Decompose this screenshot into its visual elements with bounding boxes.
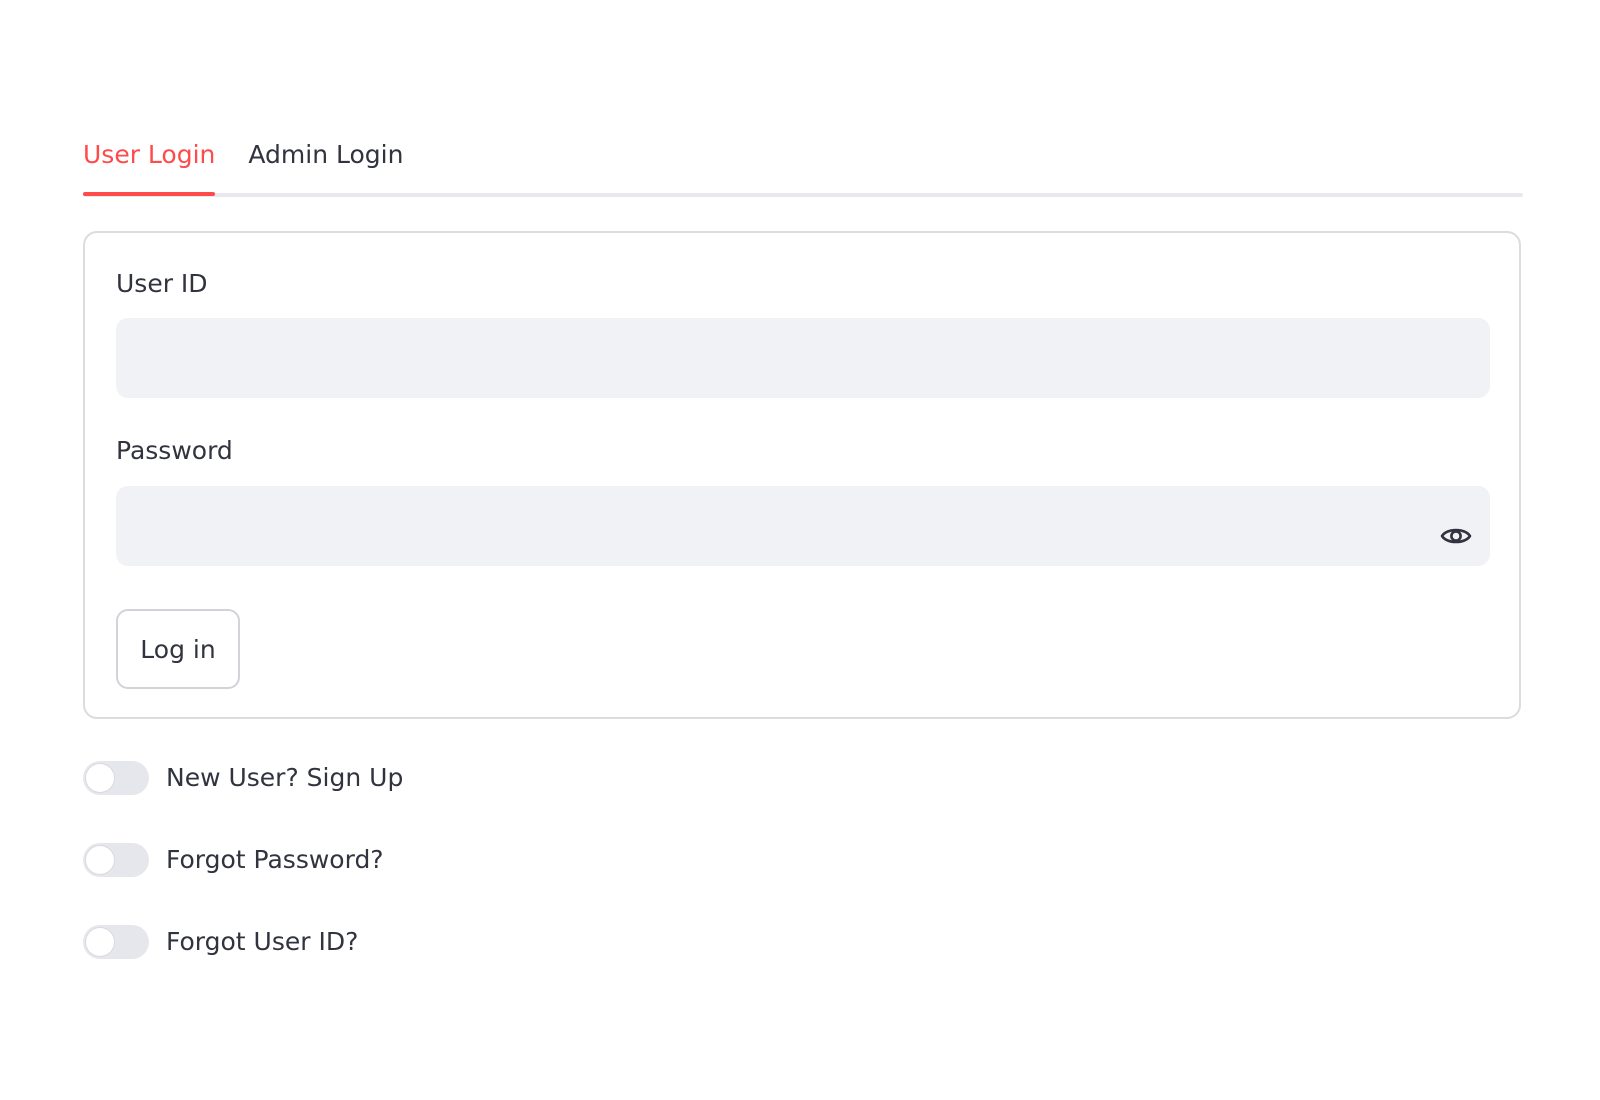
- forgot-password-switch[interactable]: [83, 843, 149, 877]
- switch-knob: [86, 764, 114, 792]
- password-label: Password: [116, 436, 233, 465]
- switch-knob: [86, 846, 114, 874]
- password-visibility-toggle[interactable]: [1439, 521, 1473, 551]
- user-id-input[interactable]: [116, 318, 1490, 398]
- login-button[interactable]: Log in: [116, 609, 240, 689]
- forgot-user-id-switch[interactable]: [83, 925, 149, 959]
- eye-icon: [1440, 528, 1472, 544]
- forgot-user-id-label: Forgot User ID?: [166, 927, 359, 956]
- new-user-label: New User? Sign Up: [166, 763, 404, 792]
- user-id-label: User ID: [116, 269, 208, 298]
- password-input[interactable]: [116, 486, 1490, 566]
- tab-list: User Login Admin Login: [83, 128, 1523, 196]
- toggle-forgot-user-id: Forgot User ID?: [83, 922, 358, 962]
- tab-user-login[interactable]: User Login: [83, 128, 216, 196]
- login-page: User Login Admin Login User ID Password …: [0, 0, 1600, 1100]
- login-tabs: User Login Admin Login: [83, 128, 1523, 198]
- new-user-switch[interactable]: [83, 761, 149, 795]
- toggle-new-user: New User? Sign Up: [83, 758, 403, 798]
- login-form: User ID Password Log in: [83, 231, 1521, 719]
- switch-knob: [86, 928, 114, 956]
- forgot-password-label: Forgot Password?: [166, 845, 384, 874]
- tab-admin-login[interactable]: Admin Login: [248, 128, 403, 195]
- toggle-forgot-password: Forgot Password?: [83, 840, 384, 880]
